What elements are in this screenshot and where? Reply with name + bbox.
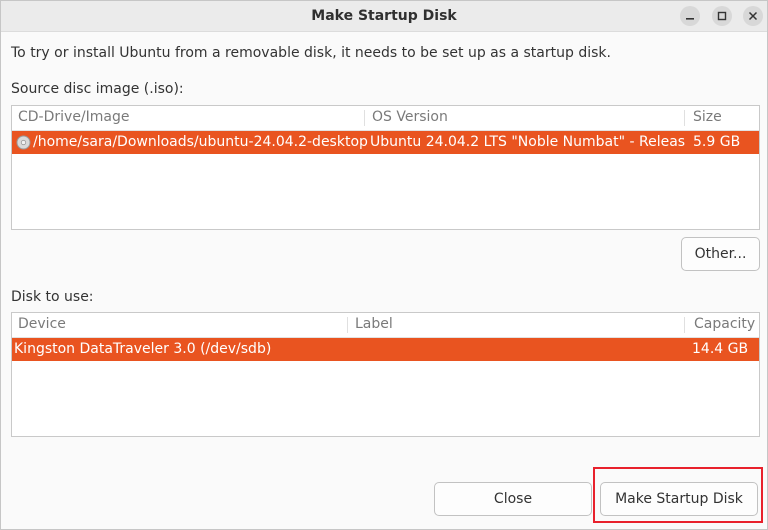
column-header-os-version[interactable]: OS Version xyxy=(372,109,448,125)
other-button[interactable]: Other... xyxy=(681,237,760,271)
image-path: /home/sara/Downloads/ubuntu-24.04.2-desk… xyxy=(33,134,368,150)
close-icon xyxy=(748,11,758,21)
intro-text: To try or install Ubuntu from a removabl… xyxy=(11,45,611,61)
source-image-row[interactable]: /home/sara/Downloads/ubuntu-24.04.2-desk… xyxy=(12,131,759,154)
column-header-device[interactable]: Device xyxy=(18,316,66,332)
column-header-size[interactable]: Size xyxy=(693,109,722,125)
column-header-capacity[interactable]: Capacity xyxy=(694,316,755,332)
column-divider xyxy=(364,110,365,126)
title-bar[interactable]: Make Startup Disk xyxy=(1,1,767,32)
source-image-list[interactable]: CD-Drive/Image OS Version Size /home/sar… xyxy=(11,105,760,230)
disk-list-header: Device Label Capacity xyxy=(12,313,759,338)
image-size: 5.9 GB xyxy=(693,134,741,150)
disk-list[interactable]: Device Label Capacity Kingston DataTrave… xyxy=(11,312,760,437)
device-name: Kingston DataTraveler 3.0 (/dev/sdb) xyxy=(14,341,272,357)
column-divider xyxy=(347,317,348,333)
make-startup-disk-button[interactable]: Make Startup Disk xyxy=(600,482,758,516)
column-divider xyxy=(684,110,685,126)
column-divider xyxy=(684,317,685,333)
column-header-label[interactable]: Label xyxy=(355,316,393,332)
close-window-button[interactable] xyxy=(743,6,763,26)
maximize-icon xyxy=(717,11,727,21)
make-startup-disk-window: Make Startup Disk To try or install Ubun… xyxy=(0,0,768,530)
source-image-label: Source disc image (.iso): xyxy=(11,81,184,97)
minimize-icon xyxy=(686,18,694,20)
os-version: Ubuntu 24.04.2 LTS "Noble Numbat" - Rele… xyxy=(370,134,685,150)
maximize-button[interactable] xyxy=(712,6,732,26)
source-list-header: CD-Drive/Image OS Version Size xyxy=(12,106,759,131)
disk-to-use-label: Disk to use: xyxy=(11,289,94,305)
disc-icon xyxy=(16,135,31,150)
window-title: Make Startup Disk xyxy=(311,8,457,24)
disk-capacity: 14.4 GB xyxy=(692,341,749,357)
column-header-cd-drive[interactable]: CD-Drive/Image xyxy=(18,109,130,125)
minimize-button[interactable] xyxy=(680,6,700,26)
close-button[interactable]: Close xyxy=(434,482,592,516)
disk-row[interactable]: Kingston DataTraveler 3.0 (/dev/sdb) 14.… xyxy=(12,338,759,361)
